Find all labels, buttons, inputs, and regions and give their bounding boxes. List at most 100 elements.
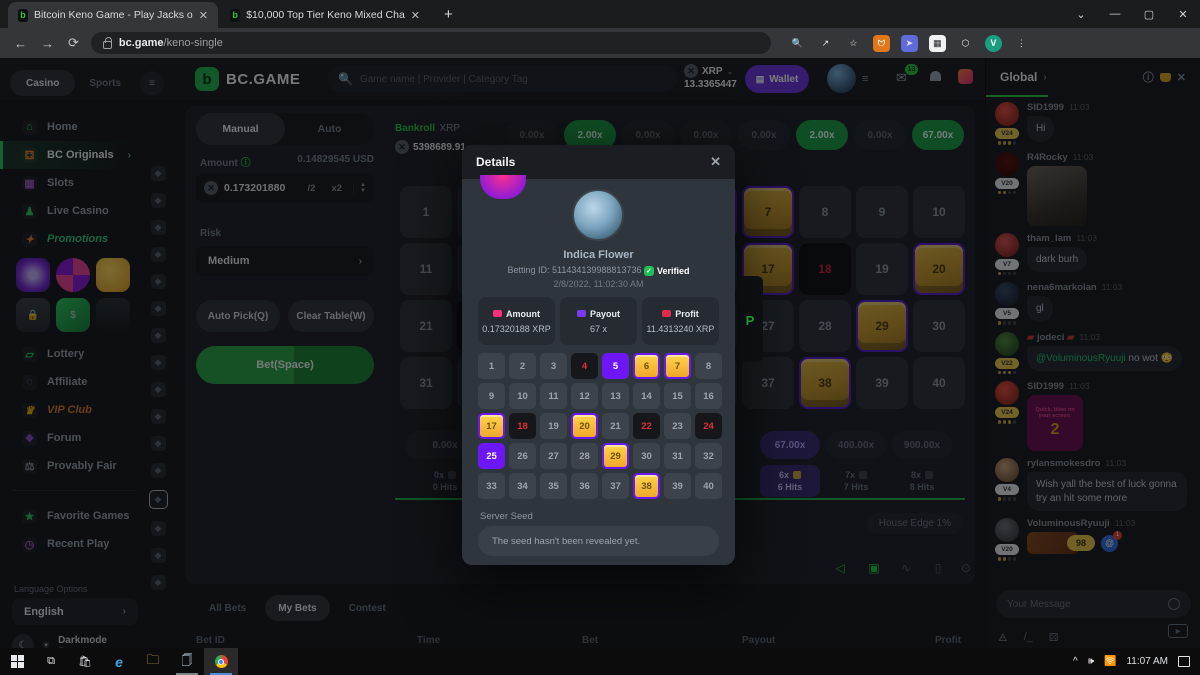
- price-tag-icon[interactable]: $: [56, 298, 90, 332]
- rain-tip-icon[interactable]: 🜁: [998, 626, 1008, 648]
- keno-tile-29[interactable]: 29: [856, 300, 908, 352]
- keno-tile-28[interactable]: 28: [799, 300, 851, 352]
- piggy-bank-icon[interactable]: [96, 258, 130, 292]
- sidebar-item-lottery[interactable]: ▱Lottery: [0, 340, 145, 368]
- mask-icon[interactable]: ◆: [151, 274, 166, 289]
- player-avatar[interactable]: [572, 189, 624, 241]
- keno-tile-21[interactable]: 21: [400, 300, 452, 352]
- shield-icon[interactable]: ◆: [151, 328, 166, 343]
- chat-message-input[interactable]: Your Message: [996, 590, 1191, 618]
- chat-username[interactable]: tham_lam11:03: [1027, 233, 1194, 244]
- coins-icon[interactable]: [96, 298, 130, 332]
- extensions-puzzle-icon[interactable]: ⬡: [957, 35, 974, 52]
- bomb-icon[interactable]: ◆: [151, 436, 166, 451]
- window-maximize-button[interactable]: ▢: [1132, 8, 1166, 21]
- chat-avatar[interactable]: [995, 102, 1019, 126]
- keno-tile-30[interactable]: 30: [913, 300, 965, 352]
- tower-icon[interactable]: ◆: [151, 355, 166, 370]
- bcgame-logo-icon[interactable]: b: [195, 67, 219, 91]
- bet-tab-my-bets[interactable]: My Bets: [265, 595, 329, 621]
- risk-select[interactable]: Medium›: [196, 246, 374, 276]
- balance-currency[interactable]: ✕ XRP ⌄: [684, 64, 733, 78]
- chat-avatar[interactable]: [995, 233, 1019, 257]
- orb-icon[interactable]: ◆: [151, 548, 166, 563]
- hat-icon[interactable]: ◆: [151, 247, 166, 262]
- window-minimize-button[interactable]: —: [1098, 8, 1132, 20]
- tab-close-icon[interactable]: ✕: [411, 9, 420, 22]
- wallet-button[interactable]: ▤ Wallet: [745, 65, 809, 93]
- new-tab-button[interactable]: +: [444, 6, 453, 23]
- mention-at-icon[interactable]: @1: [1101, 535, 1118, 552]
- trophy-icon[interactable]: [1160, 73, 1171, 82]
- keno-tile-31[interactable]: 31: [400, 357, 452, 409]
- keno-tile-39[interactable]: 39: [856, 357, 908, 409]
- coin-icon[interactable]: ◆: [151, 382, 166, 397]
- chat-username[interactable]: ▰ jodeci ▰11:03: [1027, 332, 1194, 343]
- amount-input[interactable]: ✕ 0.173201880 /2 x2 ▲▼: [196, 173, 374, 203]
- casino-tab[interactable]: Casino: [10, 70, 75, 96]
- keno-tile-20[interactable]: 20: [913, 243, 965, 295]
- roulette-icon[interactable]: [56, 258, 90, 292]
- bookmark-star-icon[interactable]: ☆: [845, 35, 862, 52]
- spiral-target-icon[interactable]: [16, 258, 50, 292]
- user-avatar[interactable]: [827, 64, 856, 93]
- close-icon[interactable]: ✕: [710, 154, 721, 170]
- url-bar[interactable]: bc.game/keno-single: [91, 32, 771, 54]
- sidebar-item-provably-fair[interactable]: ⚖Provably Fair: [0, 452, 145, 480]
- store-icon[interactable]: 🛍: [68, 648, 102, 675]
- chat-avatar[interactable]: [995, 332, 1019, 356]
- chat-username[interactable]: VoluminousRyuuji11:03: [1027, 518, 1194, 529]
- sidebar-item-bc-originals[interactable]: ⚃BC Originals›: [0, 141, 145, 169]
- chat-card-image[interactable]: Quick, blow on your screen.2: [1027, 395, 1083, 451]
- wallet-extension-icon[interactable]: ➤: [901, 35, 918, 52]
- chat-avatar[interactable]: [995, 518, 1019, 542]
- chat-username[interactable]: R4Rocky11:03: [1027, 152, 1194, 163]
- emoji-icon[interactable]: [1168, 598, 1180, 610]
- mail-icon[interactable]: ✉13: [896, 70, 907, 86]
- chrome-icon[interactable]: [204, 648, 238, 675]
- double-button[interactable]: x2: [326, 183, 347, 194]
- ring-icon[interactable]: ◆: [151, 575, 166, 590]
- edge-icon[interactable]: e: [102, 648, 136, 675]
- tab-close-icon[interactable]: ✕: [199, 9, 208, 22]
- gem-icon[interactable]: ◆: [151, 409, 166, 424]
- locked-chest-icon[interactable]: 🔒: [16, 298, 50, 332]
- sidebar-item-recent-play[interactable]: ◷Recent Play: [0, 530, 145, 558]
- auto-tab[interactable]: Auto: [285, 113, 374, 145]
- stats-icon[interactable]: ∿: [898, 561, 914, 575]
- bet-tab-contest[interactable]: Contest: [336, 595, 399, 621]
- dice-roll-icon[interactable]: ⚄: [1049, 631, 1059, 644]
- chat-username[interactable]: nena6markolan11:03: [1027, 282, 1194, 293]
- reload-button[interactable]: ⟳: [68, 35, 79, 51]
- zoom-out-icon[interactable]: 🔍: [789, 35, 806, 52]
- sound-icon[interactable]: ◁: [832, 561, 848, 575]
- sidebar-item-favorite-games[interactable]: ★Favorite Games: [0, 502, 145, 530]
- tab-search-chevron-icon[interactable]: ⌄: [1064, 8, 1098, 21]
- clear-table-button[interactable]: Clear Table(W): [288, 300, 374, 332]
- notification-center-icon[interactable]: [1178, 656, 1190, 667]
- keno-tile-9[interactable]: 9: [856, 186, 908, 238]
- sidebar-collapse-icon[interactable]: ≡: [140, 71, 164, 95]
- chat-avatar[interactable]: [995, 152, 1019, 176]
- bell-icon[interactable]: [930, 71, 941, 81]
- back-button[interactable]: ←: [14, 36, 27, 51]
- keno-tile-10[interactable]: 10: [913, 186, 965, 238]
- qr-extension-icon[interactable]: ▦: [929, 35, 946, 52]
- chat-avatar[interactable]: [995, 458, 1019, 482]
- clock[interactable]: 11:07 AM: [1126, 656, 1168, 667]
- browser-menu-icon[interactable]: ⋮: [1013, 35, 1030, 52]
- chat-avatar[interactable]: [995, 381, 1019, 405]
- sidebar-item-forum[interactable]: ❖Forum: [0, 424, 145, 452]
- forward-button[interactable]: →: [41, 36, 54, 51]
- gif-icon[interactable]: ▶: [1168, 624, 1188, 638]
- keno-tile-37[interactable]: 37: [742, 357, 794, 409]
- metamask-extension-icon[interactable]: ᗢ: [873, 35, 890, 52]
- sidebar-item-home[interactable]: ⌂Home: [0, 113, 145, 141]
- chicken-icon[interactable]: ◆: [151, 220, 166, 235]
- manual-tab[interactable]: Manual: [196, 113, 285, 145]
- help-icon[interactable]: ⊙: [958, 561, 974, 575]
- keno-tile-7[interactable]: 7: [742, 186, 794, 238]
- sidebar-item-vip-club[interactable]: ♛VIP Club: [0, 396, 145, 424]
- chat-username[interactable]: SID199911:03: [1027, 102, 1194, 113]
- cards-icon[interactable]: ◆: [151, 193, 166, 208]
